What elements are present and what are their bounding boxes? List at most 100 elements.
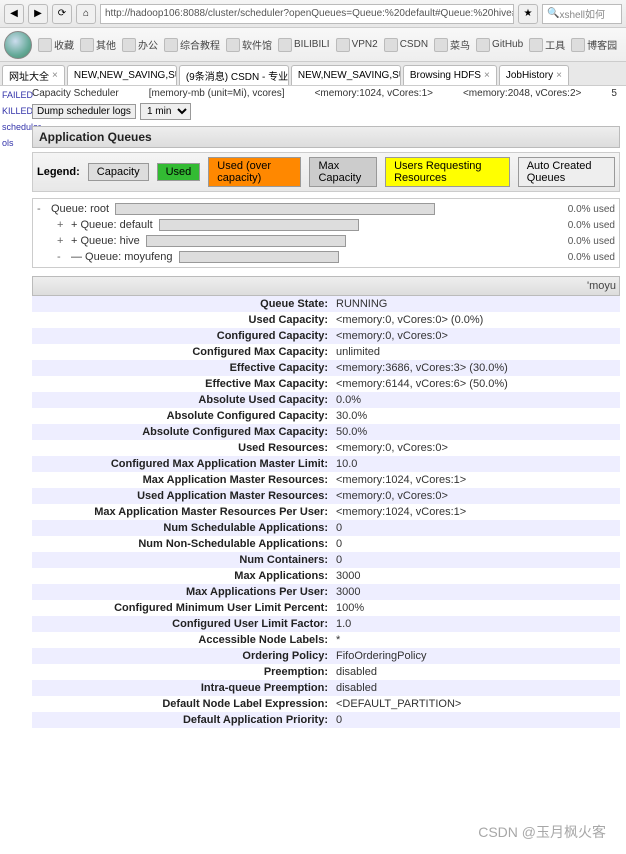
nav-scheduler[interactable]: scheduler xyxy=(2,122,28,132)
queue-toggle-icon[interactable]: + xyxy=(57,219,71,231)
queue-usage: 0.0% used xyxy=(568,204,615,215)
browser-tab[interactable]: JobHistory× xyxy=(499,65,569,85)
reload-button[interactable]: ⟳ xyxy=(52,4,72,24)
bookmark-item[interactable]: GitHub xyxy=(476,37,523,52)
home-button[interactable]: ⌂ xyxy=(76,4,96,24)
detail-label: Num Non-Schedulable Applications: xyxy=(36,538,336,550)
bookmark-item[interactable]: 博客园 xyxy=(571,37,617,52)
queue-name: + Queue: hive xyxy=(71,235,140,247)
bookmark-item[interactable]: VPN2 xyxy=(336,37,378,52)
browser-tab[interactable]: NEW,NEW_SAVING,SU× xyxy=(291,65,401,85)
bookmark-icon xyxy=(476,38,490,52)
tab-label: NEW,NEW_SAVING,SU xyxy=(298,70,401,81)
bookmark-icon xyxy=(164,38,178,52)
queue-details-header: 'moyu xyxy=(32,276,620,296)
dump-duration-select[interactable]: 1 min xyxy=(140,103,191,120)
bookmark-item[interactable]: 综合教程 xyxy=(164,37,220,52)
browser-logo-icon[interactable] xyxy=(4,31,32,59)
detail-value: <memory:0, vCores:0> (0.0%) xyxy=(336,314,483,326)
nav-tools[interactable]: ols xyxy=(2,138,28,148)
detail-label: Configured Max Application Master Limit: xyxy=(36,458,336,470)
detail-row: Configured Minimum User Limit Percent:10… xyxy=(32,600,620,616)
legend-capacity: Capacity xyxy=(88,163,149,181)
close-icon[interactable]: × xyxy=(52,70,58,81)
detail-value: unlimited xyxy=(336,346,380,358)
detail-value: 0 xyxy=(336,554,342,566)
detail-label: Configured User Limit Factor: xyxy=(36,618,336,630)
bookmark-item[interactable]: 工具 xyxy=(529,37,565,52)
detail-row: Default Application Priority:0 xyxy=(32,712,620,728)
detail-value: <memory:3686, vCores:3> (30.0%) xyxy=(336,362,508,374)
detail-label: Used Application Master Resources: xyxy=(36,490,336,502)
bookmark-item[interactable]: BILIBILI xyxy=(278,37,330,52)
detail-label: Effective Max Capacity: xyxy=(36,378,336,390)
nav-killed[interactable]: KILLED xyxy=(2,106,28,116)
close-icon[interactable]: × xyxy=(556,70,562,81)
left-sidebar: FAILED KILLED scheduler ols xyxy=(0,86,30,738)
detail-row: Effective Max Capacity:<memory:6144, vCo… xyxy=(32,376,620,392)
browser-tab[interactable]: 网址大全× xyxy=(2,65,65,85)
browser-tab[interactable]: (9条消息) CSDN - 专业× xyxy=(179,65,289,85)
queue-toggle-icon[interactable]: - xyxy=(57,251,71,263)
detail-value: disabled xyxy=(336,666,377,678)
detail-row: Absolute Configured Capacity:30.0% xyxy=(32,408,620,424)
detail-row: Accessible Node Labels:* xyxy=(32,632,620,648)
tab-label: JobHistory xyxy=(506,70,553,81)
queue-row[interactable]: ++ Queue: hive0.0% used xyxy=(37,233,615,249)
detail-row: Intra-queue Preemption:disabled xyxy=(32,680,620,696)
detail-value: 100% xyxy=(336,602,364,614)
detail-label: Configured Max Capacity: xyxy=(36,346,336,358)
detail-row: Num Non-Schedulable Applications:0 xyxy=(32,536,620,552)
bookmark-item[interactable]: 其他 xyxy=(80,37,116,52)
legend-label: Legend: xyxy=(37,166,80,178)
scheduler-mem1: <memory:1024, vCores:1> xyxy=(315,88,433,99)
bookmark-item[interactable]: CSDN xyxy=(384,37,428,52)
browser-tab[interactable]: Browsing HDFS× xyxy=(403,65,497,85)
detail-label: Default Node Label Expression: xyxy=(36,698,336,710)
bookmark-item[interactable]: 办公 xyxy=(122,37,158,52)
detail-label: Configured Minimum User Limit Percent: xyxy=(36,602,336,614)
bookmark-icon xyxy=(571,38,585,52)
detail-value: <memory:1024, vCores:1> xyxy=(336,474,466,486)
detail-value: <memory:0, vCores:0> xyxy=(336,330,448,342)
detail-value: 10.0 xyxy=(336,458,357,470)
queue-toggle-icon[interactable]: + xyxy=(57,235,71,247)
url-input[interactable]: http://hadoop106:8088/cluster/scheduler?… xyxy=(100,4,514,24)
legend-max-capacity: Max Capacity xyxy=(309,157,377,187)
queue-usage: 0.0% used xyxy=(568,220,615,231)
queue-row[interactable]: -Queue: root0.0% used xyxy=(37,201,615,217)
queue-capacity-bar xyxy=(146,235,346,247)
detail-value: 0.0% xyxy=(336,394,361,406)
detail-row: Configured Max Capacity:unlimited xyxy=(32,344,620,360)
queue-capacity-bar xyxy=(179,251,339,263)
browser-tab[interactable]: NEW,NEW_SAVING,SU× xyxy=(67,65,177,85)
search-input[interactable]: 🔍 xshell如何 xyxy=(542,4,622,24)
detail-label: Max Applications Per User: xyxy=(36,586,336,598)
bookmark-icon xyxy=(38,38,52,52)
nav-failed[interactable]: FAILED xyxy=(2,90,28,100)
detail-row: Max Applications:3000 xyxy=(32,568,620,584)
scheduler-units: [memory-mb (unit=Mi), vcores] xyxy=(149,88,285,99)
detail-value: <DEFAULT_PARTITION> xyxy=(336,698,461,710)
forward-button[interactable]: ▶ xyxy=(28,4,48,24)
bookmark-icon xyxy=(434,38,448,52)
bookmark-item[interactable]: 软件馆 xyxy=(226,37,272,52)
bookmark-icon xyxy=(226,38,240,52)
back-button[interactable]: ◀ xyxy=(4,4,24,24)
queue-name: — Queue: moyufeng xyxy=(71,251,173,263)
detail-value: 1.0 xyxy=(336,618,351,630)
queue-row[interactable]: -— Queue: moyufeng0.0% used xyxy=(37,249,615,265)
detail-row: Max Application Master Resources:<memory… xyxy=(32,472,620,488)
queue-row[interactable]: ++ Queue: default0.0% used xyxy=(37,217,615,233)
bookmark-icon[interactable]: ★ xyxy=(518,4,538,24)
scheduler-type: Capacity Scheduler xyxy=(32,88,119,99)
bookmark-item[interactable]: 收藏 xyxy=(38,37,74,52)
dump-scheduler-button[interactable]: Dump scheduler logs xyxy=(32,104,136,119)
queue-toggle-icon[interactable]: - xyxy=(37,203,51,215)
detail-value: <memory:1024, vCores:1> xyxy=(336,506,466,518)
detail-value: 0 xyxy=(336,538,342,550)
close-icon[interactable]: × xyxy=(484,70,490,81)
tabs-bar: 网址大全×NEW,NEW_SAVING,SU×(9条消息) CSDN - 专业×… xyxy=(0,62,626,86)
detail-row: Num Containers:0 xyxy=(32,552,620,568)
bookmark-item[interactable]: 菜鸟 xyxy=(434,37,470,52)
